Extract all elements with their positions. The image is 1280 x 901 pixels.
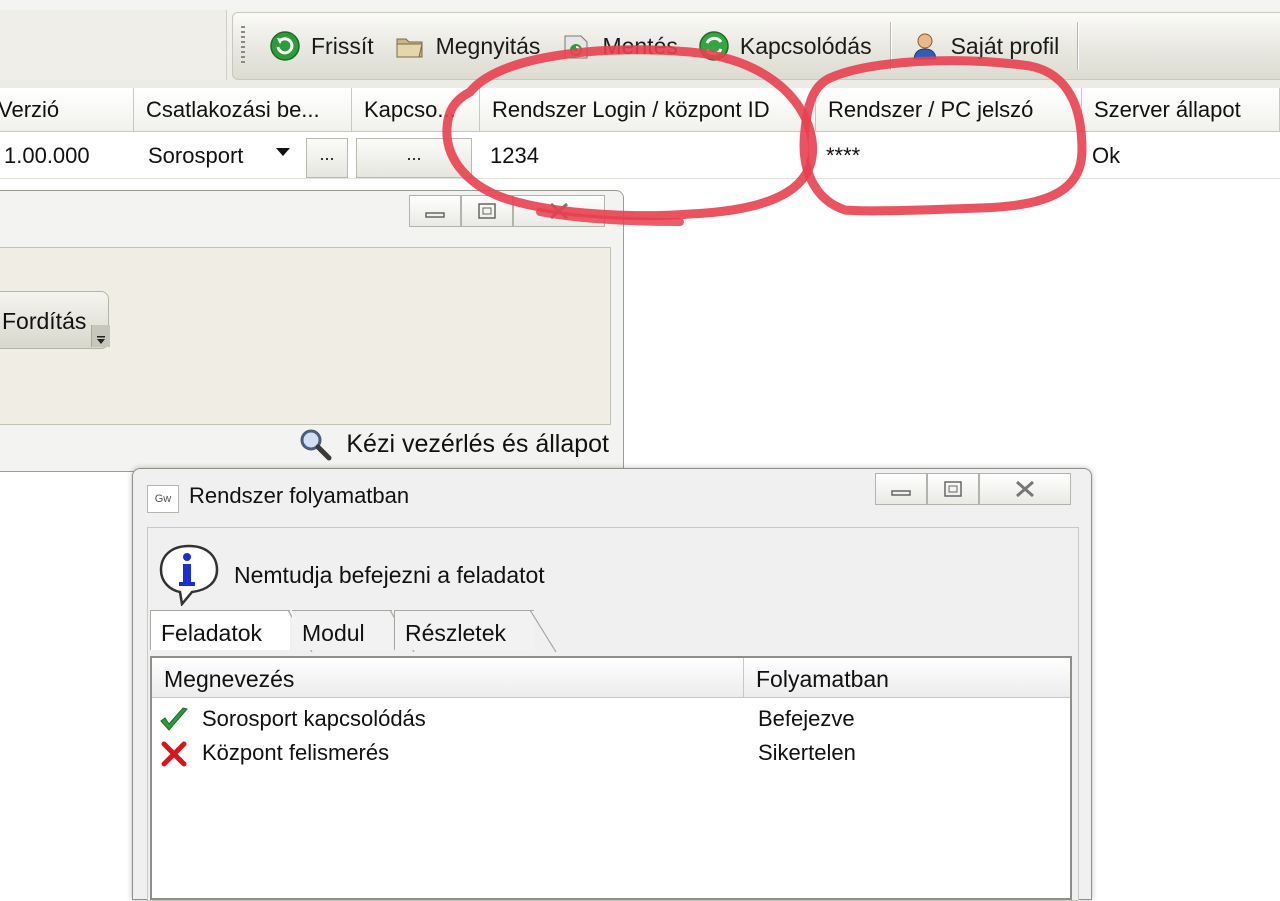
tab-tasks[interactable]: Feladatok — [150, 610, 290, 650]
tab-module[interactable]: Modul — [292, 610, 392, 650]
own-profile-label: Saját profil — [950, 32, 1060, 59]
check-icon — [160, 707, 188, 731]
toolbar-separator — [1077, 22, 1079, 70]
task-list: Megnevezés Folyamatban Sorosport kapcsol… — [150, 656, 1072, 900]
refresh-label: Frissít — [311, 32, 374, 59]
login-id-field[interactable]: 1234 — [480, 134, 810, 178]
column-header-connection[interactable]: Csatlakozási be... — [134, 88, 352, 132]
user-profile-icon — [913, 33, 937, 60]
list-header-status[interactable]: Folyamatban — [744, 658, 1070, 698]
column-header-login-id[interactable]: Rendszer Login / központ ID — [480, 88, 816, 132]
minimize-icon — [425, 212, 445, 218]
task-status: Sikertelen — [758, 740, 856, 765]
background-window: Fordítás Kézi vezérlés és állapot — [0, 190, 624, 472]
connect-icon — [699, 31, 729, 61]
process-dialog: Gw Rendszer folyamatban Nemtudja befejez… — [132, 468, 1092, 901]
cell-version: 1.00.000 — [4, 143, 90, 168]
close-button[interactable] — [513, 195, 605, 227]
window-controls — [409, 195, 605, 227]
tab-details[interactable]: Részletek — [394, 610, 534, 650]
list-item[interactable]: Központ felismerés Sikertelen — [152, 736, 1070, 770]
task-name: Központ felismerés — [202, 740, 390, 765]
toolbar-grip[interactable] — [241, 26, 245, 66]
error-x-icon — [161, 741, 187, 767]
status-message: Nemtudja befejezni a feladatot — [234, 562, 545, 588]
refresh-button[interactable]: Frissít — [259, 24, 384, 68]
connection-combo[interactable]: Sorosport — [138, 134, 298, 178]
close-icon — [1016, 480, 1034, 498]
own-profile-button[interactable]: Saját profil — [899, 24, 1070, 68]
save-button[interactable]: Mentés — [550, 24, 687, 68]
translate-dropdown-arrow[interactable] — [91, 325, 110, 347]
chevron-down-icon — [97, 336, 105, 344]
column-header-version[interactable]: Verzió — [0, 88, 134, 132]
minimize-button[interactable] — [409, 195, 461, 227]
save-label: Mentés — [602, 32, 678, 59]
save-icon — [564, 35, 588, 59]
minimize-icon — [891, 490, 911, 496]
password-field[interactable]: **** — [818, 134, 1078, 178]
list-header-name[interactable]: Megnevezés — [152, 658, 744, 698]
connect-ellipsis-button[interactable]: ... — [356, 138, 472, 178]
close-icon — [550, 202, 568, 220]
task-name: Sorosport kapcsolódás — [202, 706, 426, 731]
open-button[interactable]: Megnyitás — [384, 24, 551, 68]
column-header-connect[interactable]: Kapcso... — [352, 88, 480, 132]
connection-settings-ellipsis-button[interactable]: ... — [306, 138, 348, 178]
main-toolbar: Frissít Megnyitás Mentés Kapcsolódás Saj… — [232, 12, 1280, 80]
dialog-body: Nemtudja befejezni a feladatot Feladatok… — [147, 527, 1079, 901]
list-item[interactable]: Sorosport kapcsolódás Befejezve — [152, 702, 1070, 736]
dialog-minimize-button[interactable] — [875, 473, 927, 505]
chevron-down-icon[interactable] — [276, 148, 290, 156]
tab-edge — [530, 610, 557, 652]
dialog-title: Rendszer folyamatban — [189, 483, 410, 508]
connect-label: Kapcsolódás — [739, 32, 872, 59]
row-divider — [0, 178, 1280, 179]
app-icon: Gw — [147, 485, 179, 513]
maximize-icon — [478, 203, 496, 219]
open-label: Megnyitás — [435, 32, 541, 59]
top-toolbar-area: Frissít Megnyitás Mentés Kapcsolódás Saj… — [0, 0, 1280, 89]
left-toolbar-pane — [0, 10, 227, 80]
column-header-server-status[interactable]: Szerver állapot — [1082, 88, 1280, 132]
connect-button[interactable]: Kapcsolódás — [688, 24, 882, 68]
maximize-button[interactable] — [461, 195, 513, 227]
cell-server-status: Ok — [1092, 143, 1121, 168]
task-status: Befejezve — [758, 706, 855, 731]
toolbar-separator — [889, 22, 891, 70]
maximize-icon — [944, 481, 962, 497]
info-icon — [159, 544, 219, 606]
open-folder-icon — [396, 38, 423, 58]
manual-control-link[interactable]: Kézi vezérlés és állapot — [298, 427, 609, 461]
column-header-password[interactable]: Rendszer / PC jelszó — [816, 88, 1082, 132]
dialog-close-button[interactable] — [979, 473, 1071, 505]
dialog-window-controls — [875, 473, 1071, 505]
refresh-icon — [270, 31, 300, 61]
magnifier-icon — [300, 429, 332, 461]
manual-control-label: Kézi vezérlés és állapot — [346, 429, 609, 458]
dialog-maximize-button[interactable] — [927, 473, 979, 505]
